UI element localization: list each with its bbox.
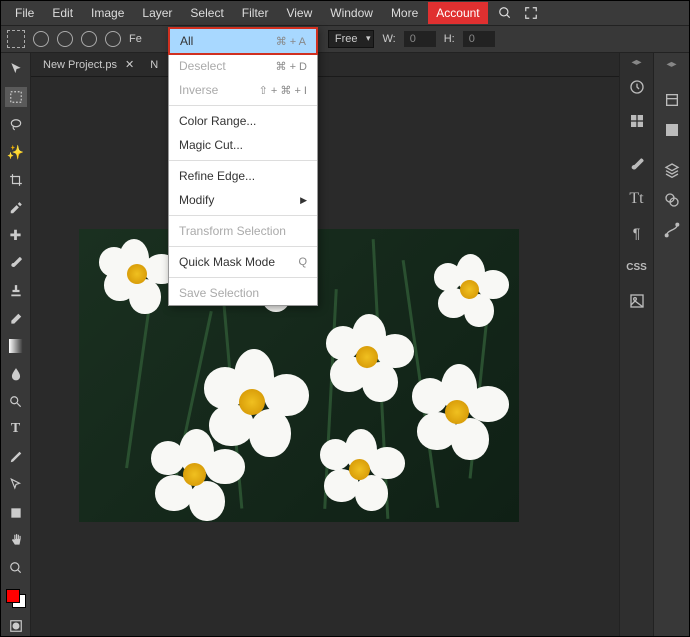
menu-separator <box>169 215 317 216</box>
menu-view[interactable]: View <box>278 2 320 24</box>
menu-item-save-selection[interactable]: Save Selection <box>169 281 317 305</box>
menu-separator <box>169 160 317 161</box>
brush-tool-icon[interactable] <box>5 253 27 274</box>
stamp-tool-icon[interactable] <box>5 281 27 302</box>
hand-tool-icon[interactable] <box>5 530 27 551</box>
swatches-icon[interactable] <box>626 111 648 131</box>
mode-circle-3-icon[interactable] <box>81 31 97 47</box>
search-icon[interactable] <box>496 4 514 22</box>
menu-item-deselect[interactable]: Deselect⌘ + D <box>169 54 317 78</box>
document-tab-2[interactable]: N <box>142 55 166 75</box>
marquee-tool-icon[interactable] <box>5 87 27 108</box>
height-label: H: <box>444 33 455 45</box>
wand-tool-icon[interactable]: ✨ <box>5 142 27 163</box>
menu-item-all[interactable]: All⌘ + A <box>168 27 318 55</box>
width-field[interactable]: 0 <box>404 31 436 47</box>
character-icon[interactable]: Tt <box>626 189 648 209</box>
fullscreen-icon[interactable] <box>522 4 540 22</box>
document-tab[interactable]: New Project.ps ✕ <box>35 54 142 75</box>
menu-file[interactable]: File <box>7 2 42 24</box>
eyedropper-tool-icon[interactable] <box>5 198 27 219</box>
menu-item-quick-mask[interactable]: Quick Mask ModeQ <box>169 250 317 274</box>
close-icon[interactable]: ✕ <box>125 58 134 71</box>
crop-tool-icon[interactable] <box>5 170 27 191</box>
menu-item-transform-selection[interactable]: Transform Selection <box>169 219 317 243</box>
menu-separator <box>169 277 317 278</box>
image-panel-icon[interactable] <box>626 291 648 311</box>
paragraph-icon[interactable]: ¶ <box>626 223 648 243</box>
history-icon[interactable] <box>626 77 648 97</box>
mode-circle-2-icon[interactable] <box>57 31 73 47</box>
tab-title: New Project.ps <box>43 59 117 71</box>
gradient-tool-icon[interactable] <box>5 336 27 357</box>
menu-item-modify[interactable]: Modify▶ <box>169 188 317 212</box>
mode-circle-1-icon[interactable] <box>33 31 49 47</box>
menu-filter[interactable]: Filter <box>234 2 277 24</box>
menu-image[interactable]: Image <box>83 2 132 24</box>
select-menu-dropdown: All⌘ + A Deselect⌘ + D Inverse⇧ + ⌘ + I … <box>168 27 318 306</box>
right-sidebar: ◂▸ <box>653 53 689 636</box>
properties-icon[interactable] <box>661 90 683 110</box>
quickmask-icon[interactable] <box>5 615 27 636</box>
path-tool-icon[interactable] <box>5 475 27 496</box>
tab-title-2: N <box>150 59 158 71</box>
lasso-tool-icon[interactable] <box>5 114 27 135</box>
menu-edit[interactable]: Edit <box>44 2 81 24</box>
height-field[interactable]: 0 <box>463 31 495 47</box>
feather-label: Fe <box>129 33 142 45</box>
menu-more[interactable]: More <box>383 2 426 24</box>
menu-item-refine-edge[interactable]: Refine Edge... <box>169 164 317 188</box>
dodge-tool-icon[interactable] <box>5 391 27 412</box>
adjustments-icon[interactable] <box>661 120 683 140</box>
mode-circle-4-icon[interactable] <box>105 31 121 47</box>
right-panel-tabs: ◂▸ Tt ¶ CSS <box>619 53 653 636</box>
blur-tool-icon[interactable] <box>5 364 27 385</box>
menu-item-inverse[interactable]: Inverse⇧ + ⌘ + I <box>169 78 317 102</box>
color-swatch[interactable] <box>6 589 26 608</box>
menu-item-color-range[interactable]: Color Range... <box>169 109 317 133</box>
channels-icon[interactable] <box>661 190 683 210</box>
collapse-icon-2[interactable]: ◂▸ <box>666 59 676 70</box>
options-bar: Fe Free W: 0 H: 0 <box>1 25 689 53</box>
menubar: File Edit Image Layer Select Filter View… <box>1 1 689 25</box>
pen-tool-icon[interactable] <box>5 447 27 468</box>
paths-icon[interactable] <box>661 220 683 240</box>
layers-icon[interactable] <box>661 160 683 180</box>
tab-bar: New Project.ps ✕ N <box>1 53 689 77</box>
zoom-tool-icon[interactable] <box>5 558 27 579</box>
menu-account[interactable]: Account <box>428 2 487 24</box>
menu-window[interactable]: Window <box>322 2 381 24</box>
submenu-arrow-icon: ▶ <box>300 195 307 206</box>
marquee-rect-icon[interactable] <box>7 30 25 48</box>
brush-preset-icon[interactable] <box>626 155 648 175</box>
move-tool-icon[interactable] <box>5 59 27 80</box>
menu-select[interactable]: Select <box>182 2 231 24</box>
collapse-icon[interactable]: ◂▸ <box>631 57 641 68</box>
menu-item-magic-cut[interactable]: Magic Cut... <box>169 133 317 157</box>
tool-sidebar: ✨ ✚ T <box>1 53 31 636</box>
rect-tool-icon[interactable] <box>5 502 27 523</box>
menu-layer[interactable]: Layer <box>134 2 180 24</box>
heal-tool-icon[interactable]: ✚ <box>5 225 27 246</box>
menu-separator <box>169 105 317 106</box>
width-label: W: <box>382 33 395 45</box>
text-tool-icon[interactable]: T <box>5 419 27 440</box>
mode-select[interactable]: Free <box>328 30 375 48</box>
css-panel-icon[interactable]: CSS <box>626 257 648 277</box>
eraser-tool-icon[interactable] <box>5 308 27 329</box>
menu-separator <box>169 246 317 247</box>
